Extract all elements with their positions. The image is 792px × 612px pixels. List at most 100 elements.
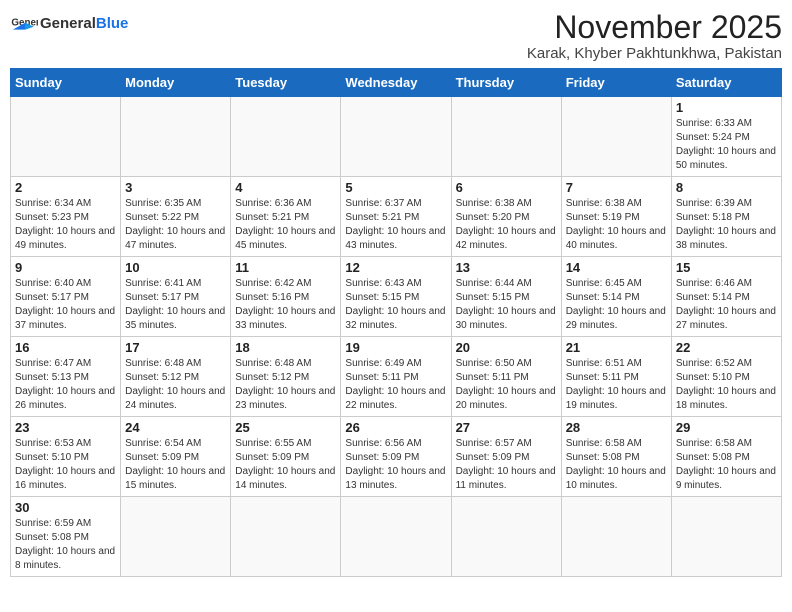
calendar-week-row: 23 Sunrise: 6:53 AM Sunset: 5:10 PM Dayli… bbox=[11, 417, 782, 497]
day-info: Sunrise: 6:49 AM Sunset: 5:11 PM Dayligh… bbox=[345, 357, 446, 413]
day-number: 12 bbox=[345, 260, 446, 275]
calendar-day-cell: 27Sunrise: 6:57 AM Sunset: 5:09 PM Dayli… bbox=[451, 417, 561, 497]
calendar-day-cell: 18 Sunrise: 6:48 AM Sunset: 5:12 PM Dayli… bbox=[231, 337, 341, 417]
day-info: Sunrise: 6:35 AM Sunset: 5:22 PM Dayligh… bbox=[125, 197, 226, 253]
day-info: Sunrise: 6:43 AM Sunset: 5:15 PM Dayligh… bbox=[345, 277, 446, 333]
day-number: 22 bbox=[676, 340, 777, 355]
calendar-day-cell: 11 Sunrise: 6:42 AM Sunset: 5:16 PM Dayli… bbox=[231, 257, 341, 337]
calendar-day-cell bbox=[561, 97, 671, 177]
calendar-day-cell: 22 Sunrise: 6:52 AM Sunset: 5:10 PM Dayli… bbox=[671, 337, 781, 417]
day-number: 26 bbox=[345, 420, 446, 435]
day-info: Sunrise: 6:56 AM Sunset: 5:09 PM Dayligh… bbox=[345, 437, 446, 493]
day-info: Sunrise: 6:33 AM Sunset: 5:24 PM Dayligh… bbox=[676, 117, 777, 173]
day-info: Sunrise: 6:59 AM Sunset: 5:08 PM Dayligh… bbox=[15, 517, 116, 573]
page-header: General GeneralBlue November 2025 Karak,… bbox=[10, 10, 782, 62]
calendar-day-cell bbox=[561, 497, 671, 577]
calendar-table: SundayMondayTuesdayWednesdayThursdayFrid… bbox=[10, 68, 782, 577]
day-number: 13 bbox=[456, 260, 557, 275]
day-info: Sunrise: 6:54 AM Sunset: 5:09 PM Dayligh… bbox=[125, 437, 226, 493]
weekday-header-friday: Friday bbox=[561, 69, 671, 97]
day-info: Sunrise: 6:48 AM Sunset: 5:12 PM Dayligh… bbox=[235, 357, 336, 413]
calendar-day-cell bbox=[341, 497, 451, 577]
calendar-day-cell: 12 Sunrise: 6:43 AM Sunset: 5:15 PM Dayli… bbox=[341, 257, 451, 337]
day-info: Sunrise: 6:48 AM Sunset: 5:12 PM Dayligh… bbox=[125, 357, 226, 413]
day-info: Sunrise: 6:58 AM Sunset: 5:08 PM Dayligh… bbox=[676, 437, 777, 493]
calendar-week-row: 30 Sunrise: 6:59 AM Sunset: 5:08 PM Dayli… bbox=[11, 497, 782, 577]
calendar-day-cell: 8Sunrise: 6:39 AM Sunset: 5:18 PM Daylig… bbox=[671, 177, 781, 257]
calendar-day-cell: 14 Sunrise: 6:45 AM Sunset: 5:14 PM Dayli… bbox=[561, 257, 671, 337]
day-number: 30 bbox=[15, 500, 116, 515]
day-info: Sunrise: 6:38 AM Sunset: 5:19 PM Dayligh… bbox=[566, 197, 667, 253]
weekday-header-tuesday: Tuesday bbox=[231, 69, 341, 97]
day-number: 25 bbox=[235, 420, 336, 435]
calendar-week-row: 16Sunrise: 6:47 AM Sunset: 5:13 PM Dayli… bbox=[11, 337, 782, 417]
day-info: Sunrise: 6:37 AM Sunset: 5:21 PM Dayligh… bbox=[345, 197, 446, 253]
day-info: Sunrise: 6:45 AM Sunset: 5:14 PM Dayligh… bbox=[566, 277, 667, 333]
calendar-day-cell bbox=[11, 97, 121, 177]
logo-blue: Blue bbox=[96, 15, 129, 32]
day-number: 24 bbox=[125, 420, 226, 435]
day-number: 29 bbox=[676, 420, 777, 435]
calendar-day-cell: 29 Sunrise: 6:58 AM Sunset: 5:08 PM Dayli… bbox=[671, 417, 781, 497]
day-info: Sunrise: 6:51 AM Sunset: 5:11 PM Dayligh… bbox=[566, 357, 667, 413]
day-number: 15 bbox=[676, 260, 777, 275]
weekday-header-saturday: Saturday bbox=[671, 69, 781, 97]
day-info: Sunrise: 6:53 AM Sunset: 5:10 PM Dayligh… bbox=[15, 437, 116, 493]
calendar-week-row: 2Sunrise: 6:34 AM Sunset: 5:23 PM Daylig… bbox=[11, 177, 782, 257]
day-number: 5 bbox=[345, 180, 446, 195]
day-number: 6 bbox=[456, 180, 557, 195]
calendar-day-cell: 2Sunrise: 6:34 AM Sunset: 5:23 PM Daylig… bbox=[11, 177, 121, 257]
calendar-day-cell: 5 Sunrise: 6:37 AM Sunset: 5:21 PM Daylig… bbox=[341, 177, 451, 257]
calendar-day-cell: 7Sunrise: 6:38 AM Sunset: 5:19 PM Daylig… bbox=[561, 177, 671, 257]
calendar-day-cell: 19Sunrise: 6:49 AM Sunset: 5:11 PM Dayli… bbox=[341, 337, 451, 417]
day-number: 11 bbox=[235, 260, 336, 275]
calendar-day-cell bbox=[121, 97, 231, 177]
weekday-header-wednesday: Wednesday bbox=[341, 69, 451, 97]
day-number: 27 bbox=[456, 420, 557, 435]
title-block: November 2025 Karak, Khyber Pakhtunkhwa,… bbox=[527, 10, 782, 62]
calendar-day-cell: 15Sunrise: 6:46 AM Sunset: 5:14 PM Dayli… bbox=[671, 257, 781, 337]
calendar-day-cell bbox=[341, 97, 451, 177]
calendar-day-cell: 13 Sunrise: 6:44 AM Sunset: 5:15 PM Dayli… bbox=[451, 257, 561, 337]
logo: General GeneralBlue bbox=[10, 10, 128, 38]
day-number: 23 bbox=[15, 420, 116, 435]
day-number: 2 bbox=[15, 180, 116, 195]
day-info: Sunrise: 6:42 AM Sunset: 5:16 PM Dayligh… bbox=[235, 277, 336, 333]
calendar-day-cell: 23 Sunrise: 6:53 AM Sunset: 5:10 PM Dayli… bbox=[11, 417, 121, 497]
day-info: Sunrise: 6:44 AM Sunset: 5:15 PM Dayligh… bbox=[456, 277, 557, 333]
calendar-day-cell: 4 Sunrise: 6:36 AM Sunset: 5:21 PM Daylig… bbox=[231, 177, 341, 257]
day-info: Sunrise: 6:52 AM Sunset: 5:10 PM Dayligh… bbox=[676, 357, 777, 413]
day-number: 21 bbox=[566, 340, 667, 355]
calendar-day-cell: 30 Sunrise: 6:59 AM Sunset: 5:08 PM Dayli… bbox=[11, 497, 121, 577]
day-number: 14 bbox=[566, 260, 667, 275]
calendar-day-cell: 1 Sunrise: 6:33 AM Sunset: 5:24 PM Daylig… bbox=[671, 97, 781, 177]
day-info: Sunrise: 6:50 AM Sunset: 5:11 PM Dayligh… bbox=[456, 357, 557, 413]
calendar-day-cell: 25 Sunrise: 6:55 AM Sunset: 5:09 PM Dayli… bbox=[231, 417, 341, 497]
day-info: Sunrise: 6:58 AM Sunset: 5:08 PM Dayligh… bbox=[566, 437, 667, 493]
weekday-header-sunday: Sunday bbox=[11, 69, 121, 97]
day-info: Sunrise: 6:38 AM Sunset: 5:20 PM Dayligh… bbox=[456, 197, 557, 253]
logo-icon: General bbox=[10, 10, 38, 38]
day-info: Sunrise: 6:36 AM Sunset: 5:21 PM Dayligh… bbox=[235, 197, 336, 253]
calendar-day-cell: 21 Sunrise: 6:51 AM Sunset: 5:11 PM Dayli… bbox=[561, 337, 671, 417]
calendar-day-cell: 16Sunrise: 6:47 AM Sunset: 5:13 PM Dayli… bbox=[11, 337, 121, 417]
calendar-day-cell bbox=[231, 497, 341, 577]
day-info: Sunrise: 6:55 AM Sunset: 5:09 PM Dayligh… bbox=[235, 437, 336, 493]
calendar-day-cell: 9Sunrise: 6:40 AM Sunset: 5:17 PM Daylig… bbox=[11, 257, 121, 337]
calendar-day-cell bbox=[451, 497, 561, 577]
calendar-day-cell bbox=[231, 97, 341, 177]
day-number: 20 bbox=[456, 340, 557, 355]
day-number: 1 bbox=[676, 100, 777, 115]
weekday-header-thursday: Thursday bbox=[451, 69, 561, 97]
day-number: 28 bbox=[566, 420, 667, 435]
calendar-day-cell: 26 Sunrise: 6:56 AM Sunset: 5:09 PM Dayli… bbox=[341, 417, 451, 497]
day-number: 16 bbox=[15, 340, 116, 355]
logo-general: General bbox=[40, 15, 96, 32]
calendar-day-cell bbox=[671, 497, 781, 577]
calendar-day-cell: 6 Sunrise: 6:38 AM Sunset: 5:20 PM Daylig… bbox=[451, 177, 561, 257]
weekday-header-monday: Monday bbox=[121, 69, 231, 97]
calendar-week-row: 9Sunrise: 6:40 AM Sunset: 5:17 PM Daylig… bbox=[11, 257, 782, 337]
day-info: Sunrise: 6:41 AM Sunset: 5:17 PM Dayligh… bbox=[125, 277, 226, 333]
day-number: 18 bbox=[235, 340, 336, 355]
day-number: 4 bbox=[235, 180, 336, 195]
